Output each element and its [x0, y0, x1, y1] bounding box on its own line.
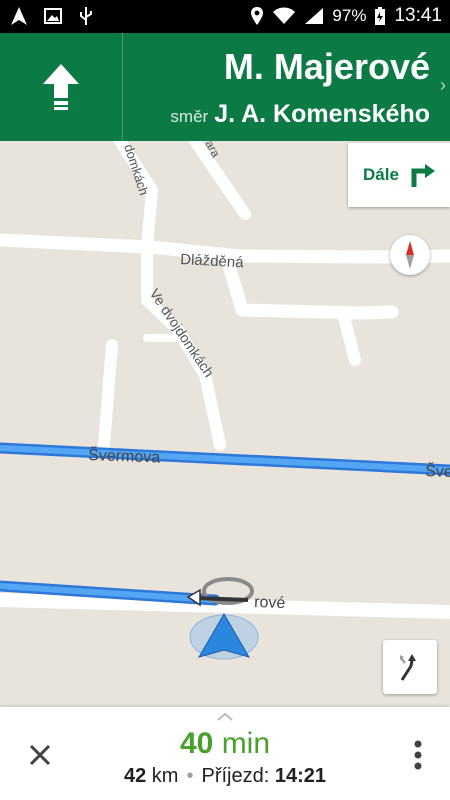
navigation-header[interactable]: M. Majerové směr J. A. Komenského ›	[0, 33, 450, 141]
direction-street: J. A. Komenského	[214, 100, 430, 128]
current-step-street: M. Majerové	[223, 46, 430, 87]
usb-icon	[80, 7, 92, 25]
clock: 13:41	[394, 5, 442, 26]
location-pin-icon	[251, 7, 264, 25]
arrival-label: Příjezd:	[201, 765, 270, 787]
wifi-icon	[273, 7, 296, 24]
map-label-svermova: Švermova	[88, 445, 161, 467]
maneuver-panel	[0, 33, 123, 141]
image-icon	[44, 8, 62, 24]
distance-value: 42	[123, 765, 147, 787]
eta-info: 42 km • Příjezd: 14:21	[0, 765, 450, 788]
arrival-time: 14:21	[274, 765, 327, 787]
compass-button[interactable]	[390, 235, 430, 275]
then-label: Dále	[363, 165, 399, 184]
turn-right-arrow-icon	[411, 164, 435, 187]
map-label-sve: Šve	[425, 461, 450, 481]
map-label-majerove: rové	[254, 594, 286, 612]
next-maneuver-card[interactable]: Dále	[348, 143, 450, 207]
straight-arrow-icon	[43, 64, 79, 110]
direction-prefix: směr	[170, 107, 209, 126]
signal-icon	[305, 8, 324, 24]
status-left	[10, 6, 94, 26]
battery-percent: 97%	[332, 6, 367, 25]
eta-minutes-unit: min	[221, 727, 271, 760]
route-overview-icon	[400, 654, 416, 681]
status-bar: 97% 13:41	[0, 0, 450, 33]
chevron-up-icon[interactable]	[215, 710, 235, 722]
map-canvas: domkách ara Dlážděná Ve dvojdomkách Šver…	[0, 141, 450, 707]
distance-unit: km	[151, 765, 179, 787]
map-view[interactable]: domkách ara Dlážděná Ve dvojdomkách Šver…	[0, 141, 450, 707]
route-overview-button[interactable]	[383, 640, 437, 694]
battery-charging-icon	[375, 7, 386, 25]
eta-duration: 40 min	[0, 727, 450, 761]
map-label-dlazdena: Dlážděná	[180, 251, 245, 271]
chevron-right-icon: ›	[440, 75, 446, 95]
current-location-icon	[189, 613, 259, 660]
navigation-arrow-icon	[11, 7, 27, 25]
status-right: 97% 13:41	[250, 5, 442, 27]
separator-dot: •	[186, 765, 194, 787]
more-vert-icon[interactable]	[412, 737, 424, 773]
eta-minutes: 40	[179, 727, 214, 760]
direction-row: směr J. A. Komenského	[130, 100, 430, 129]
compass-icon	[406, 241, 414, 269]
trip-summary-panel[interactable]: 40 min 42 km • Příjezd: 14:21	[0, 707, 450, 800]
